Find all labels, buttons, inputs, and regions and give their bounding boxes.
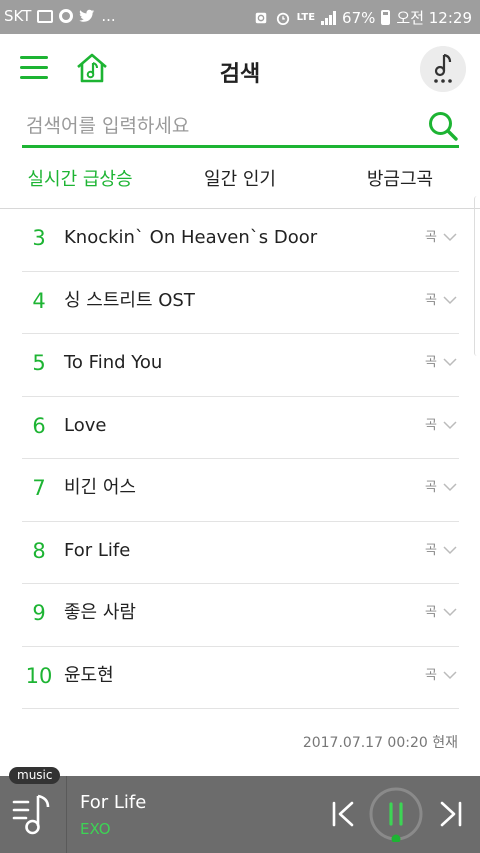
chevron-down-icon[interactable] xyxy=(443,483,457,492)
twitter-icon xyxy=(79,9,95,22)
search-icon[interactable] xyxy=(427,110,459,142)
mini-player: music For Life EXO xyxy=(0,767,480,853)
rank-number: 4 xyxy=(32,288,46,313)
rank-number: 10 xyxy=(25,663,53,688)
rank-number: 7 xyxy=(32,476,46,500)
music-note-icon[interactable] xyxy=(420,46,466,92)
carrier-label: SKT xyxy=(4,7,32,25)
previous-track-icon[interactable] xyxy=(330,800,356,828)
chevron-down-icon[interactable] xyxy=(443,545,457,555)
search-input[interactable] xyxy=(26,111,406,141)
scroll-indicator[interactable] xyxy=(474,196,480,356)
item-type: 곡 xyxy=(425,230,437,245)
item-type: 곡 xyxy=(425,480,437,495)
item-title: For Life xyxy=(64,539,131,561)
music-badge: music xyxy=(9,767,61,784)
battery-icon xyxy=(381,10,391,25)
chevron-down-icon[interactable] xyxy=(443,295,457,305)
alarm-icon xyxy=(276,12,289,25)
tab-just-that-song[interactable]: 방금그곡 xyxy=(320,160,480,204)
chevron-down-icon[interactable] xyxy=(443,670,457,680)
rank-number: 8 xyxy=(32,538,46,563)
list-item[interactable]: 6 Love 곡 xyxy=(22,397,459,459)
list-item[interactable]: 10 윤도현 곡 xyxy=(22,647,459,709)
item-title: 윤도현 xyxy=(64,664,114,686)
rank-number: 6 xyxy=(32,413,46,438)
rank-number: 3 xyxy=(32,226,46,250)
network-type: LTE xyxy=(296,12,316,23)
updated-timestamp: 2017.07.17 00:20 현재 xyxy=(302,735,458,751)
signal-icon xyxy=(321,10,337,25)
recycle-icon xyxy=(255,12,266,23)
chevron-down-icon[interactable] xyxy=(443,358,457,367)
item-title: 싱 스트리트 OST xyxy=(64,289,195,311)
status-bar: SKT ... LTE 67% 오전 12:29 xyxy=(0,0,480,34)
item-title: Knockin` On Heaven`s Door xyxy=(64,227,318,248)
list-item[interactable]: 4 싱 스트리트 OST 곡 xyxy=(22,272,459,334)
search-ranking-list: 3 Knockin` On Heaven`s Door 곡 4 싱 스트리트 O… xyxy=(22,209,459,709)
item-type: 곡 xyxy=(425,605,437,620)
chevron-down-icon[interactable] xyxy=(443,608,457,617)
search-bar xyxy=(22,106,459,148)
item-type: 곡 xyxy=(425,355,437,370)
tab-daily-popular[interactable]: 일간 인기 xyxy=(160,160,320,204)
rank-number: 9 xyxy=(32,601,46,625)
chevron-down-icon[interactable] xyxy=(443,233,457,242)
item-title: To Find You xyxy=(64,352,163,373)
list-item[interactable]: 9 좋은 사람 곡 xyxy=(22,584,459,647)
item-title: 좋은 사람 xyxy=(64,602,136,623)
next-track-icon[interactable] xyxy=(438,800,464,828)
notification-circle-icon xyxy=(59,9,74,23)
rank-number: 5 xyxy=(32,351,46,375)
item-type: 곡 xyxy=(425,417,437,433)
item-type: 곡 xyxy=(425,542,437,558)
tab-realtime-rising[interactable]: 실시간 급상승 xyxy=(0,160,160,204)
clock: 오전 12:29 xyxy=(396,9,472,27)
chevron-down-icon[interactable] xyxy=(443,420,457,430)
item-type: 곡 xyxy=(425,667,437,683)
pause-button[interactable] xyxy=(368,786,424,842)
playlist-icon[interactable] xyxy=(10,790,56,840)
list-item[interactable]: 8 For Life 곡 xyxy=(22,522,459,584)
page-title: 검색 xyxy=(219,62,261,87)
item-title: 비긴 어스 xyxy=(64,477,136,498)
app-header: 검색 xyxy=(0,34,480,106)
item-title: Love xyxy=(64,414,107,436)
more-notifications: ... xyxy=(101,7,116,25)
item-type: 곡 xyxy=(425,292,437,308)
list-item[interactable]: 7 비긴 어스 곡 xyxy=(22,459,459,522)
gallery-icon xyxy=(37,9,54,23)
chart-tabs: 실시간 급상승 일간 인기 방금그곡 xyxy=(0,160,480,204)
battery-percent: 67% xyxy=(342,8,376,27)
list-item[interactable]: 3 Knockin` On Heaven`s Door 곡 xyxy=(22,209,459,272)
now-playing-title[interactable]: For Life xyxy=(80,792,146,813)
now-playing-artist[interactable]: EXO xyxy=(80,820,111,838)
list-item[interactable]: 5 To Find You 곡 xyxy=(22,334,459,397)
player-divider xyxy=(66,776,67,853)
